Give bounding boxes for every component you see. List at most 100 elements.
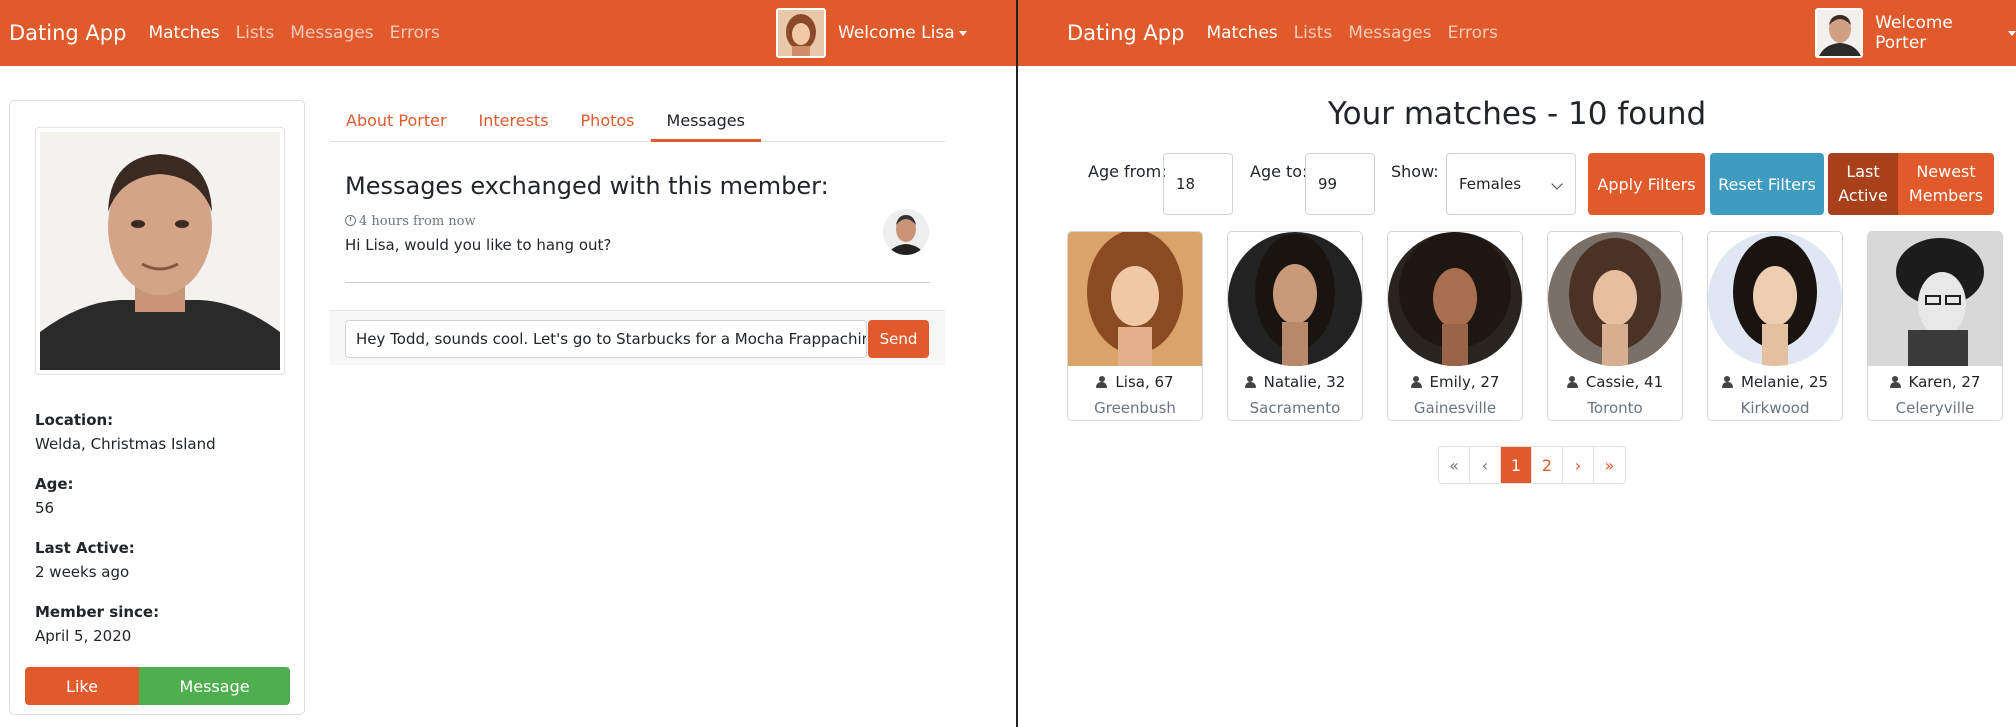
like-button[interactable]: Like — [25, 667, 139, 705]
messages-heading: Messages exchanged with this member: — [345, 172, 829, 200]
member-since-value: April 5, 2020 — [35, 627, 132, 645]
user-icon — [1566, 376, 1578, 388]
apply-filters-button[interactable]: Apply Filters — [1588, 153, 1705, 215]
nav-lists[interactable]: Lists — [1294, 23, 1333, 43]
match-name: Natalie, 32 — [1228, 373, 1362, 391]
user-dropdown[interactable]: Welcome Porter — [1815, 8, 2016, 58]
user-icon — [1410, 376, 1422, 388]
right-browser-pane: Dating App Matches Lists Messages Errors… — [1018, 0, 2016, 727]
gender-select-value: Females — [1459, 175, 1522, 193]
nav-matches[interactable]: Matches — [1206, 23, 1277, 43]
match-card[interactable]: Emily, 27 Gainesville — [1387, 231, 1523, 421]
chevron-down-icon — [1551, 178, 1563, 190]
left-browser-pane: Dating App Matches Lists Messages Errors… — [0, 0, 1016, 727]
page-1-link[interactable]: 1 — [1501, 447, 1532, 483]
user-dropdown[interactable]: Welcome Lisa — [776, 8, 967, 58]
navbar: Dating App Matches Lists Messages Errors… — [1018, 0, 2016, 66]
message-time-text: 4 hours from now — [359, 214, 476, 229]
user-icon — [1096, 376, 1108, 388]
message-time: 4 hours from now — [345, 214, 476, 229]
page-title: Your matches - 10 found — [1327, 96, 1707, 132]
split-screen: Dating App Matches Lists Messages Errors… — [0, 0, 2016, 727]
tab-about[interactable]: About Porter — [330, 102, 463, 142]
sender-avatar — [883, 209, 929, 255]
page-2-link[interactable]: 2 — [1532, 447, 1563, 483]
prev-page-link[interactable]: ‹ — [1470, 447, 1501, 483]
nav-lists[interactable]: Lists — [236, 23, 275, 43]
user-icon — [1244, 376, 1256, 388]
navbar: Dating App Matches Lists Messages Errors… — [0, 0, 1016, 66]
caret-down-icon — [958, 30, 967, 36]
match-name: Lisa, 67 — [1068, 373, 1202, 391]
user-icon — [1889, 376, 1901, 388]
first-page-link[interactable]: « — [1439, 447, 1470, 483]
match-name: Karen, 27 — [1868, 373, 2002, 391]
brand-link[interactable]: Dating App — [9, 21, 126, 45]
match-card[interactable]: Lisa, 67 Greenbush — [1067, 231, 1203, 421]
brand-link[interactable]: Dating App — [1067, 21, 1184, 45]
avatar — [1815, 8, 1864, 58]
last-active-value: 2 weeks ago — [35, 563, 130, 581]
match-name: Melanie, 25 — [1708, 373, 1842, 391]
age-from-input[interactable]: 18 — [1163, 153, 1233, 215]
next-page-link[interactable]: › — [1563, 447, 1594, 483]
show-label: Show: — [1391, 162, 1439, 181]
nav-messages[interactable]: Messages — [290, 23, 373, 43]
match-city: Greenbush — [1094, 399, 1176, 417]
match-name-text: Emily, 27 — [1429, 373, 1500, 391]
match-name-text: Natalie, 32 — [1263, 373, 1346, 391]
match-name-text: Lisa, 67 — [1115, 373, 1174, 391]
message-input[interactable]: Hey Todd, sounds cool. Let's go to Starb… — [345, 320, 867, 358]
location-info: Location: Welda, Christmas Island — [35, 411, 216, 453]
match-card[interactable]: Karen, 27 Celeryville — [1867, 231, 2003, 421]
age-to-input[interactable]: 99 — [1305, 153, 1375, 215]
match-photo — [1548, 232, 1682, 366]
message-button[interactable]: Message — [139, 667, 290, 705]
match-photo — [1068, 232, 1202, 366]
match-name-text: Karen, 27 — [1908, 373, 1981, 391]
sort-toggle: Last Active Newest Members — [1828, 153, 1994, 215]
match-photo — [1868, 232, 2002, 366]
match-city: Sacramento — [1249, 399, 1341, 417]
avatar — [776, 8, 826, 58]
nav-errors[interactable]: Errors — [1448, 23, 1498, 43]
sort-newest-button[interactable]: Newest Members — [1898, 153, 1994, 215]
age-info: Age: 56 — [35, 475, 74, 517]
caret-down-icon — [2008, 30, 2016, 36]
tab-messages[interactable]: Messages — [650, 102, 761, 142]
tab-interests[interactable]: Interests — [463, 102, 565, 142]
message-composer: Hey Todd, sounds cool. Let's go to Starb… — [330, 310, 945, 365]
card-actions: Like Message — [25, 667, 290, 705]
match-city: Kirkwood — [1740, 399, 1810, 417]
welcome-text: Welcome Porter — [1875, 13, 1953, 53]
reset-filters-button[interactable]: Reset Filters — [1710, 153, 1824, 215]
message-divider — [345, 282, 930, 283]
age-label: Age: — [35, 475, 74, 493]
nav-matches[interactable]: Matches — [148, 23, 219, 43]
pagination: « ‹ 1 2 › » — [1438, 446, 1626, 484]
nav-errors[interactable]: Errors — [390, 23, 440, 43]
location-value: Welda, Christmas Island — [35, 435, 216, 453]
member-card: Location: Welda, Christmas Island Age: 5… — [9, 100, 305, 715]
match-name-text: Melanie, 25 — [1740, 373, 1829, 391]
send-button[interactable]: Send — [868, 320, 929, 358]
match-card[interactable]: Natalie, 32 Sacramento — [1227, 231, 1363, 421]
member-photo — [35, 127, 285, 375]
match-name: Emily, 27 — [1388, 373, 1522, 391]
tab-photos[interactable]: Photos — [565, 102, 651, 142]
gender-select[interactable]: Females — [1446, 153, 1576, 215]
match-card[interactable]: Cassie, 41 Toronto — [1547, 231, 1683, 421]
match-name: Cassie, 41 — [1548, 373, 1682, 391]
sort-last-active-button[interactable]: Last Active — [1828, 153, 1898, 215]
match-photo — [1388, 232, 1522, 366]
match-card[interactable]: Melanie, 25 Kirkwood — [1707, 231, 1843, 421]
last-active-label: Last Active: — [35, 539, 135, 557]
user-icon — [1721, 376, 1733, 388]
location-label: Location: — [35, 411, 114, 429]
nav-messages[interactable]: Messages — [1348, 23, 1431, 43]
match-name-text: Cassie, 41 — [1585, 373, 1664, 391]
last-active-info: Last Active: 2 weeks ago — [35, 539, 135, 581]
match-city: Celeryville — [1895, 399, 1975, 417]
message-text: Hi Lisa, would you like to hang out? — [345, 236, 612, 254]
last-page-link[interactable]: » — [1594, 447, 1625, 483]
